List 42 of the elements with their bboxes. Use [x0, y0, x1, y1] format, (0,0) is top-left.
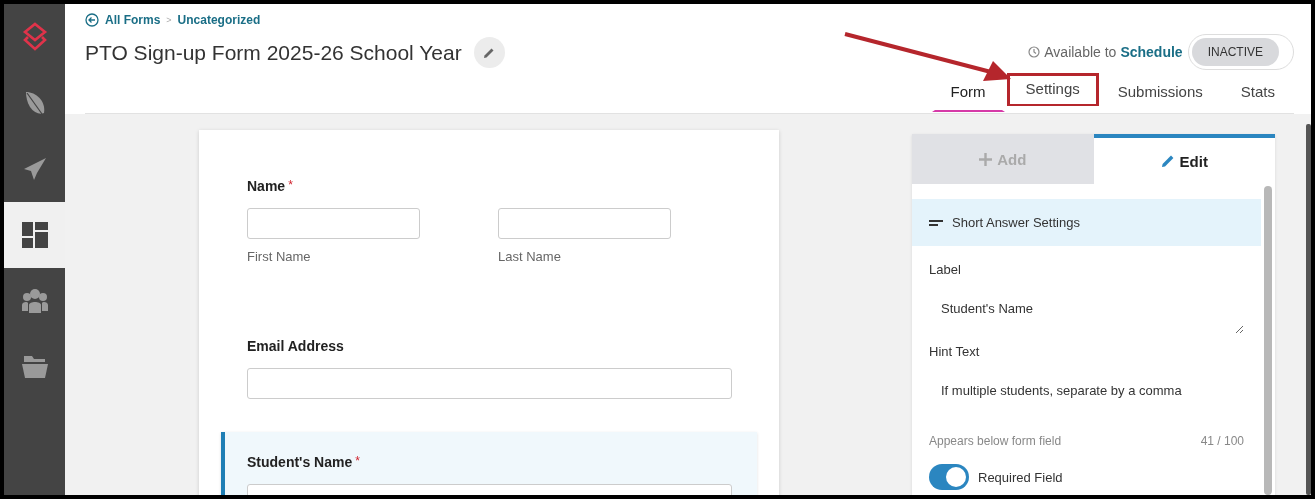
- field-label: Hint Text: [929, 344, 981, 359]
- field-sublabel: First Name: [247, 249, 312, 264]
- field-label: Label: [929, 262, 962, 277]
- toggle-switch[interactable]: [929, 464, 969, 490]
- scrollbar[interactable]: [1306, 124, 1311, 495]
- schedule-link[interactable]: Schedule: [1120, 44, 1183, 60]
- field-sublabel: Last Name: [498, 249, 562, 264]
- people-icon: [21, 289, 48, 313]
- back-arrow-icon[interactable]: [85, 13, 99, 27]
- hint-note: Appears below form field: [929, 434, 1062, 448]
- input-field[interactable]: [247, 368, 732, 399]
- tab[interactable]: Settings: [1006, 73, 1099, 106]
- nav-item[interactable]: [4, 202, 65, 268]
- scrollbar[interactable]: [1264, 186, 1272, 495]
- field-label: Student's Name: [247, 454, 353, 470]
- panel-tab[interactable]: Edit: [1093, 134, 1275, 184]
- clock-icon: [1028, 46, 1041, 58]
- field-label: Name: [247, 178, 286, 194]
- edit-title-button[interactable]: [473, 37, 505, 68]
- breadcrumb-link[interactable]: All Forms: [105, 13, 161, 27]
- form-title: PTO Sign-up Form 2025-26 School Year: [85, 40, 462, 65]
- status-toggle[interactable]: INACTIVE: [1187, 34, 1294, 70]
- breadcrumb-separator: >: [166, 15, 172, 25]
- pencil-icon: [483, 46, 496, 59]
- dashboard-icon: [21, 222, 48, 248]
- toggle-label: Required Field: [978, 469, 1063, 485]
- folder-icon: [21, 356, 48, 378]
- section-title: Short Answer Settings: [952, 215, 1080, 230]
- tab[interactable]: Submissions: [1098, 73, 1222, 112]
- input-field[interactable]: [498, 208, 671, 239]
- field-label: Email Address: [247, 338, 344, 354]
- logo-icon: [21, 22, 48, 52]
- pencil-icon: [1160, 154, 1175, 168]
- tab[interactable]: Stats: [1221, 73, 1294, 112]
- breadcrumb-link[interactable]: Uncategorized: [177, 13, 261, 27]
- required-asterisk: *: [355, 454, 360, 468]
- required-asterisk: *: [288, 178, 293, 192]
- availability-text: Available to: [1044, 44, 1117, 60]
- character-count: 41 / 100: [1200, 434, 1244, 448]
- short-text-icon: [929, 219, 943, 226]
- input-field[interactable]: [247, 208, 420, 239]
- plus-icon: [979, 152, 993, 166]
